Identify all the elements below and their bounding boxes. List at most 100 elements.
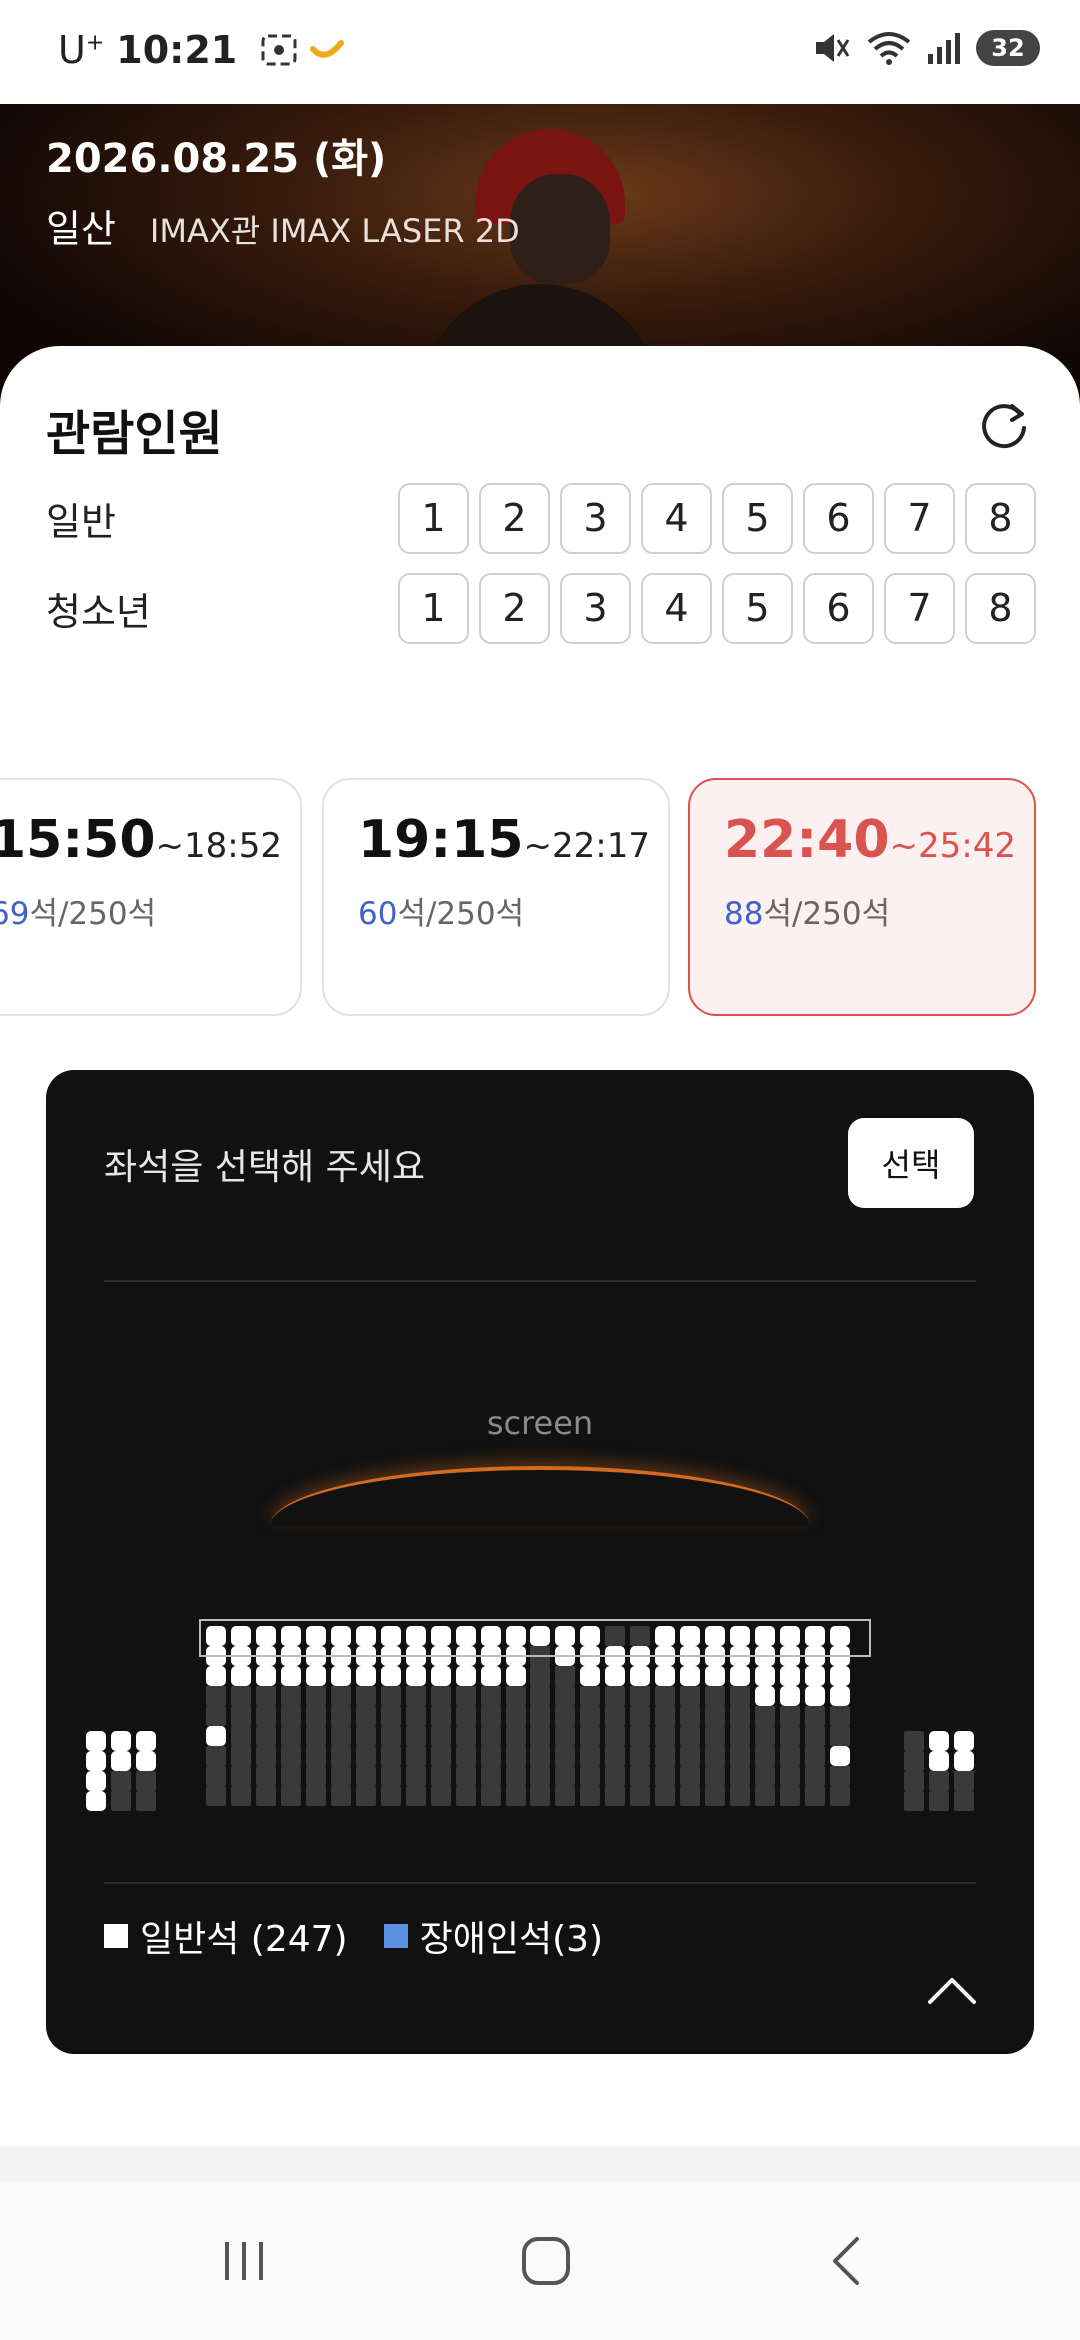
seat[interactable] bbox=[929, 1751, 949, 1771]
seat[interactable] bbox=[306, 1626, 326, 1646]
seat[interactable] bbox=[331, 1726, 351, 1746]
seat[interactable] bbox=[431, 1766, 451, 1786]
seat[interactable] bbox=[206, 1686, 226, 1706]
seat[interactable] bbox=[506, 1746, 526, 1766]
seat[interactable] bbox=[580, 1626, 600, 1646]
seat[interactable] bbox=[281, 1686, 301, 1706]
seat[interactable] bbox=[506, 1706, 526, 1726]
seat[interactable] bbox=[481, 1686, 501, 1706]
seat[interactable] bbox=[730, 1626, 750, 1646]
seat[interactable] bbox=[456, 1766, 476, 1786]
seat[interactable] bbox=[580, 1686, 600, 1706]
seat[interactable] bbox=[206, 1786, 226, 1806]
seat[interactable] bbox=[730, 1746, 750, 1766]
seat[interactable] bbox=[580, 1786, 600, 1806]
seat[interactable] bbox=[86, 1771, 106, 1791]
seat[interactable] bbox=[431, 1626, 451, 1646]
youth-count-button[interactable]: 7 bbox=[884, 572, 955, 644]
seat[interactable] bbox=[705, 1746, 725, 1766]
seat[interactable] bbox=[431, 1726, 451, 1746]
seat[interactable] bbox=[730, 1666, 750, 1686]
seat[interactable] bbox=[356, 1786, 376, 1806]
seat[interactable] bbox=[206, 1666, 226, 1686]
seat[interactable] bbox=[281, 1746, 301, 1766]
seat[interactable] bbox=[705, 1786, 725, 1806]
seat[interactable] bbox=[904, 1791, 924, 1811]
seat[interactable] bbox=[381, 1686, 401, 1706]
seat[interactable] bbox=[555, 1666, 575, 1686]
seat[interactable] bbox=[805, 1626, 825, 1646]
seat[interactable] bbox=[281, 1726, 301, 1746]
seat[interactable] bbox=[830, 1786, 850, 1806]
seat[interactable] bbox=[755, 1686, 775, 1706]
seat[interactable] bbox=[605, 1786, 625, 1806]
seat[interactable] bbox=[331, 1706, 351, 1726]
seat[interactable] bbox=[306, 1706, 326, 1726]
seat[interactable] bbox=[456, 1666, 476, 1686]
youth-count-button[interactable]: 4 bbox=[641, 572, 712, 644]
seat[interactable] bbox=[755, 1726, 775, 1746]
seat[interactable] bbox=[780, 1666, 800, 1686]
seat[interactable] bbox=[630, 1626, 650, 1646]
seat[interactable] bbox=[655, 1746, 675, 1766]
seat[interactable] bbox=[780, 1786, 800, 1806]
seat[interactable] bbox=[431, 1706, 451, 1726]
seat[interactable] bbox=[431, 1686, 451, 1706]
seat[interactable] bbox=[381, 1746, 401, 1766]
seat[interactable] bbox=[481, 1746, 501, 1766]
seat[interactable] bbox=[705, 1626, 725, 1646]
seat[interactable] bbox=[256, 1746, 276, 1766]
seat[interactable] bbox=[481, 1626, 501, 1646]
seat[interactable] bbox=[680, 1706, 700, 1726]
general-count-button[interactable]: 1 bbox=[398, 482, 469, 554]
seat[interactable] bbox=[306, 1726, 326, 1746]
seat[interactable] bbox=[530, 1686, 550, 1706]
general-count-button[interactable]: 3 bbox=[560, 482, 631, 554]
seat[interactable] bbox=[530, 1726, 550, 1746]
seat[interactable] bbox=[680, 1666, 700, 1686]
seat[interactable] bbox=[406, 1786, 426, 1806]
seat[interactable] bbox=[431, 1666, 451, 1686]
seat[interactable] bbox=[904, 1751, 924, 1771]
seat[interactable] bbox=[830, 1626, 850, 1646]
seat[interactable] bbox=[136, 1731, 156, 1751]
seat[interactable] bbox=[630, 1706, 650, 1726]
seat[interactable] bbox=[630, 1786, 650, 1806]
recents-button[interactable] bbox=[204, 2226, 284, 2296]
seat[interactable] bbox=[655, 1626, 675, 1646]
seat[interactable] bbox=[655, 1726, 675, 1746]
seat[interactable] bbox=[705, 1666, 725, 1686]
seat[interactable] bbox=[904, 1771, 924, 1791]
seat[interactable] bbox=[555, 1746, 575, 1766]
seat[interactable] bbox=[256, 1686, 276, 1706]
seat[interactable] bbox=[356, 1686, 376, 1706]
seat[interactable] bbox=[830, 1726, 850, 1746]
seat[interactable] bbox=[780, 1746, 800, 1766]
youth-count-button[interactable]: 5 bbox=[722, 572, 793, 644]
chevron-up-icon[interactable] bbox=[924, 1970, 980, 2010]
refresh-icon[interactable] bbox=[976, 398, 1032, 454]
seat[interactable] bbox=[780, 1726, 800, 1746]
seat[interactable] bbox=[256, 1626, 276, 1646]
seat[interactable] bbox=[136, 1791, 156, 1811]
seat[interactable] bbox=[755, 1786, 775, 1806]
seat[interactable] bbox=[406, 1726, 426, 1746]
seat[interactable] bbox=[605, 1746, 625, 1766]
seat[interactable] bbox=[481, 1766, 501, 1786]
seat[interactable] bbox=[755, 1766, 775, 1786]
home-button[interactable] bbox=[506, 2226, 586, 2296]
seat[interactable] bbox=[730, 1766, 750, 1786]
seat[interactable] bbox=[680, 1786, 700, 1806]
seat[interactable] bbox=[830, 1766, 850, 1786]
youth-count-button[interactable]: 1 bbox=[398, 572, 469, 644]
seat[interactable] bbox=[605, 1686, 625, 1706]
seat[interactable] bbox=[256, 1706, 276, 1726]
seat[interactable] bbox=[456, 1706, 476, 1726]
seat[interactable] bbox=[456, 1786, 476, 1806]
seat[interactable] bbox=[381, 1666, 401, 1686]
general-count-button[interactable]: 6 bbox=[803, 482, 874, 554]
seat[interactable] bbox=[730, 1706, 750, 1726]
seat[interactable] bbox=[580, 1746, 600, 1766]
seat[interactable] bbox=[805, 1726, 825, 1746]
seat[interactable] bbox=[705, 1726, 725, 1746]
